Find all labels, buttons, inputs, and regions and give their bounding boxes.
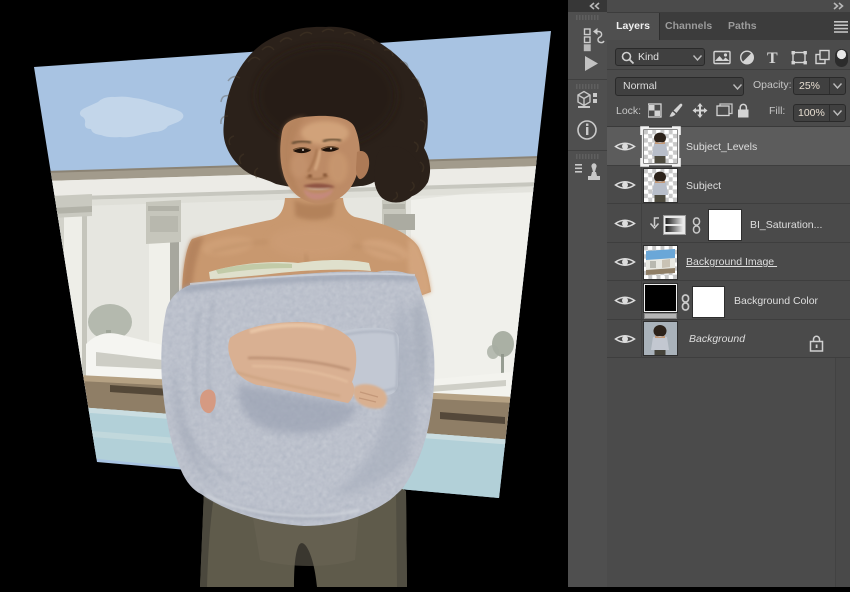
svg-text:T: T (767, 50, 778, 67)
